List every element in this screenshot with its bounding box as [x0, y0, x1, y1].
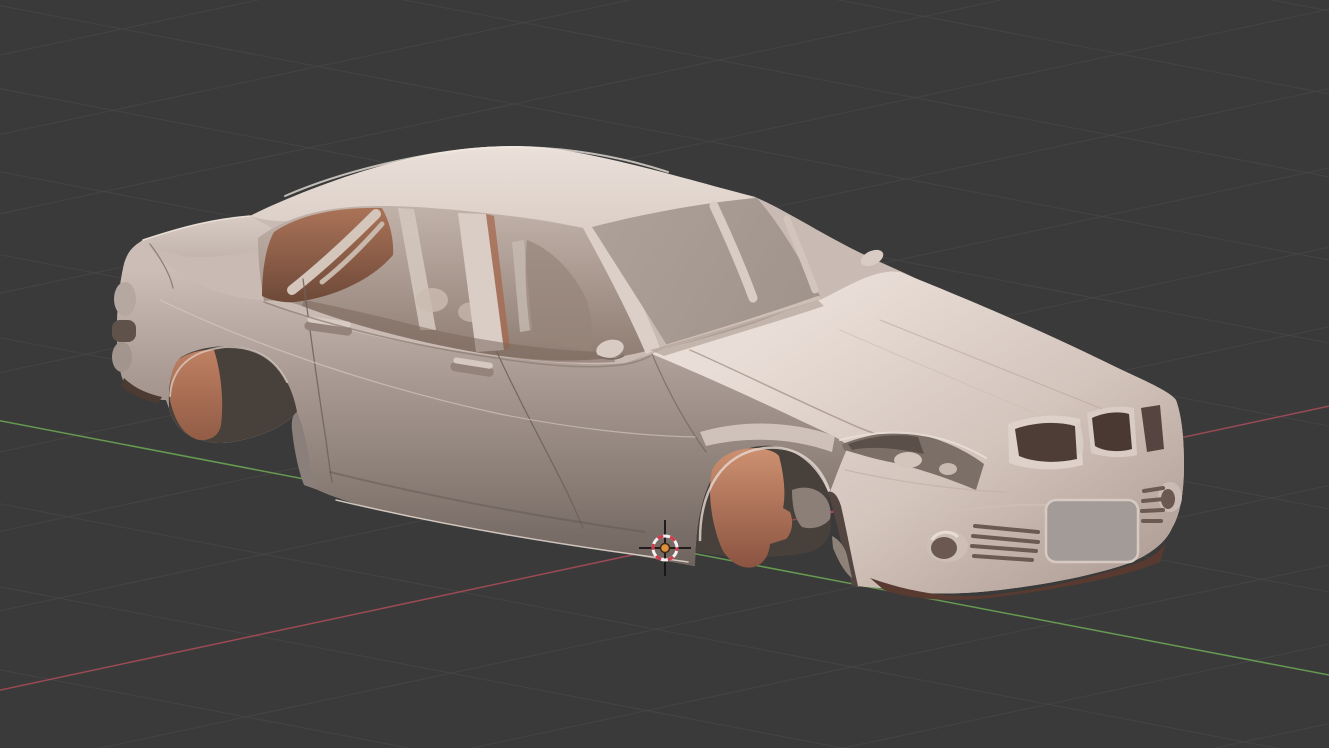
seat-headrest: [416, 288, 448, 312]
tail-lamp-lower: [112, 342, 132, 372]
headlight-projector: [894, 452, 922, 468]
3d-viewport[interactable]: [0, 0, 1329, 748]
kidney-grille-right: [1092, 412, 1132, 452]
tail-lamp-upper: [114, 282, 136, 316]
tail-recess: [112, 320, 136, 342]
object-origin-dot: [659, 542, 671, 554]
lower-grille-panel: [1044, 498, 1140, 564]
fog-lamp-left: [931, 537, 957, 559]
viewport-canvas[interactable]: [0, 0, 1329, 748]
headlight-projector-small: [939, 463, 957, 475]
kidney-grille-left: [1015, 422, 1077, 462]
